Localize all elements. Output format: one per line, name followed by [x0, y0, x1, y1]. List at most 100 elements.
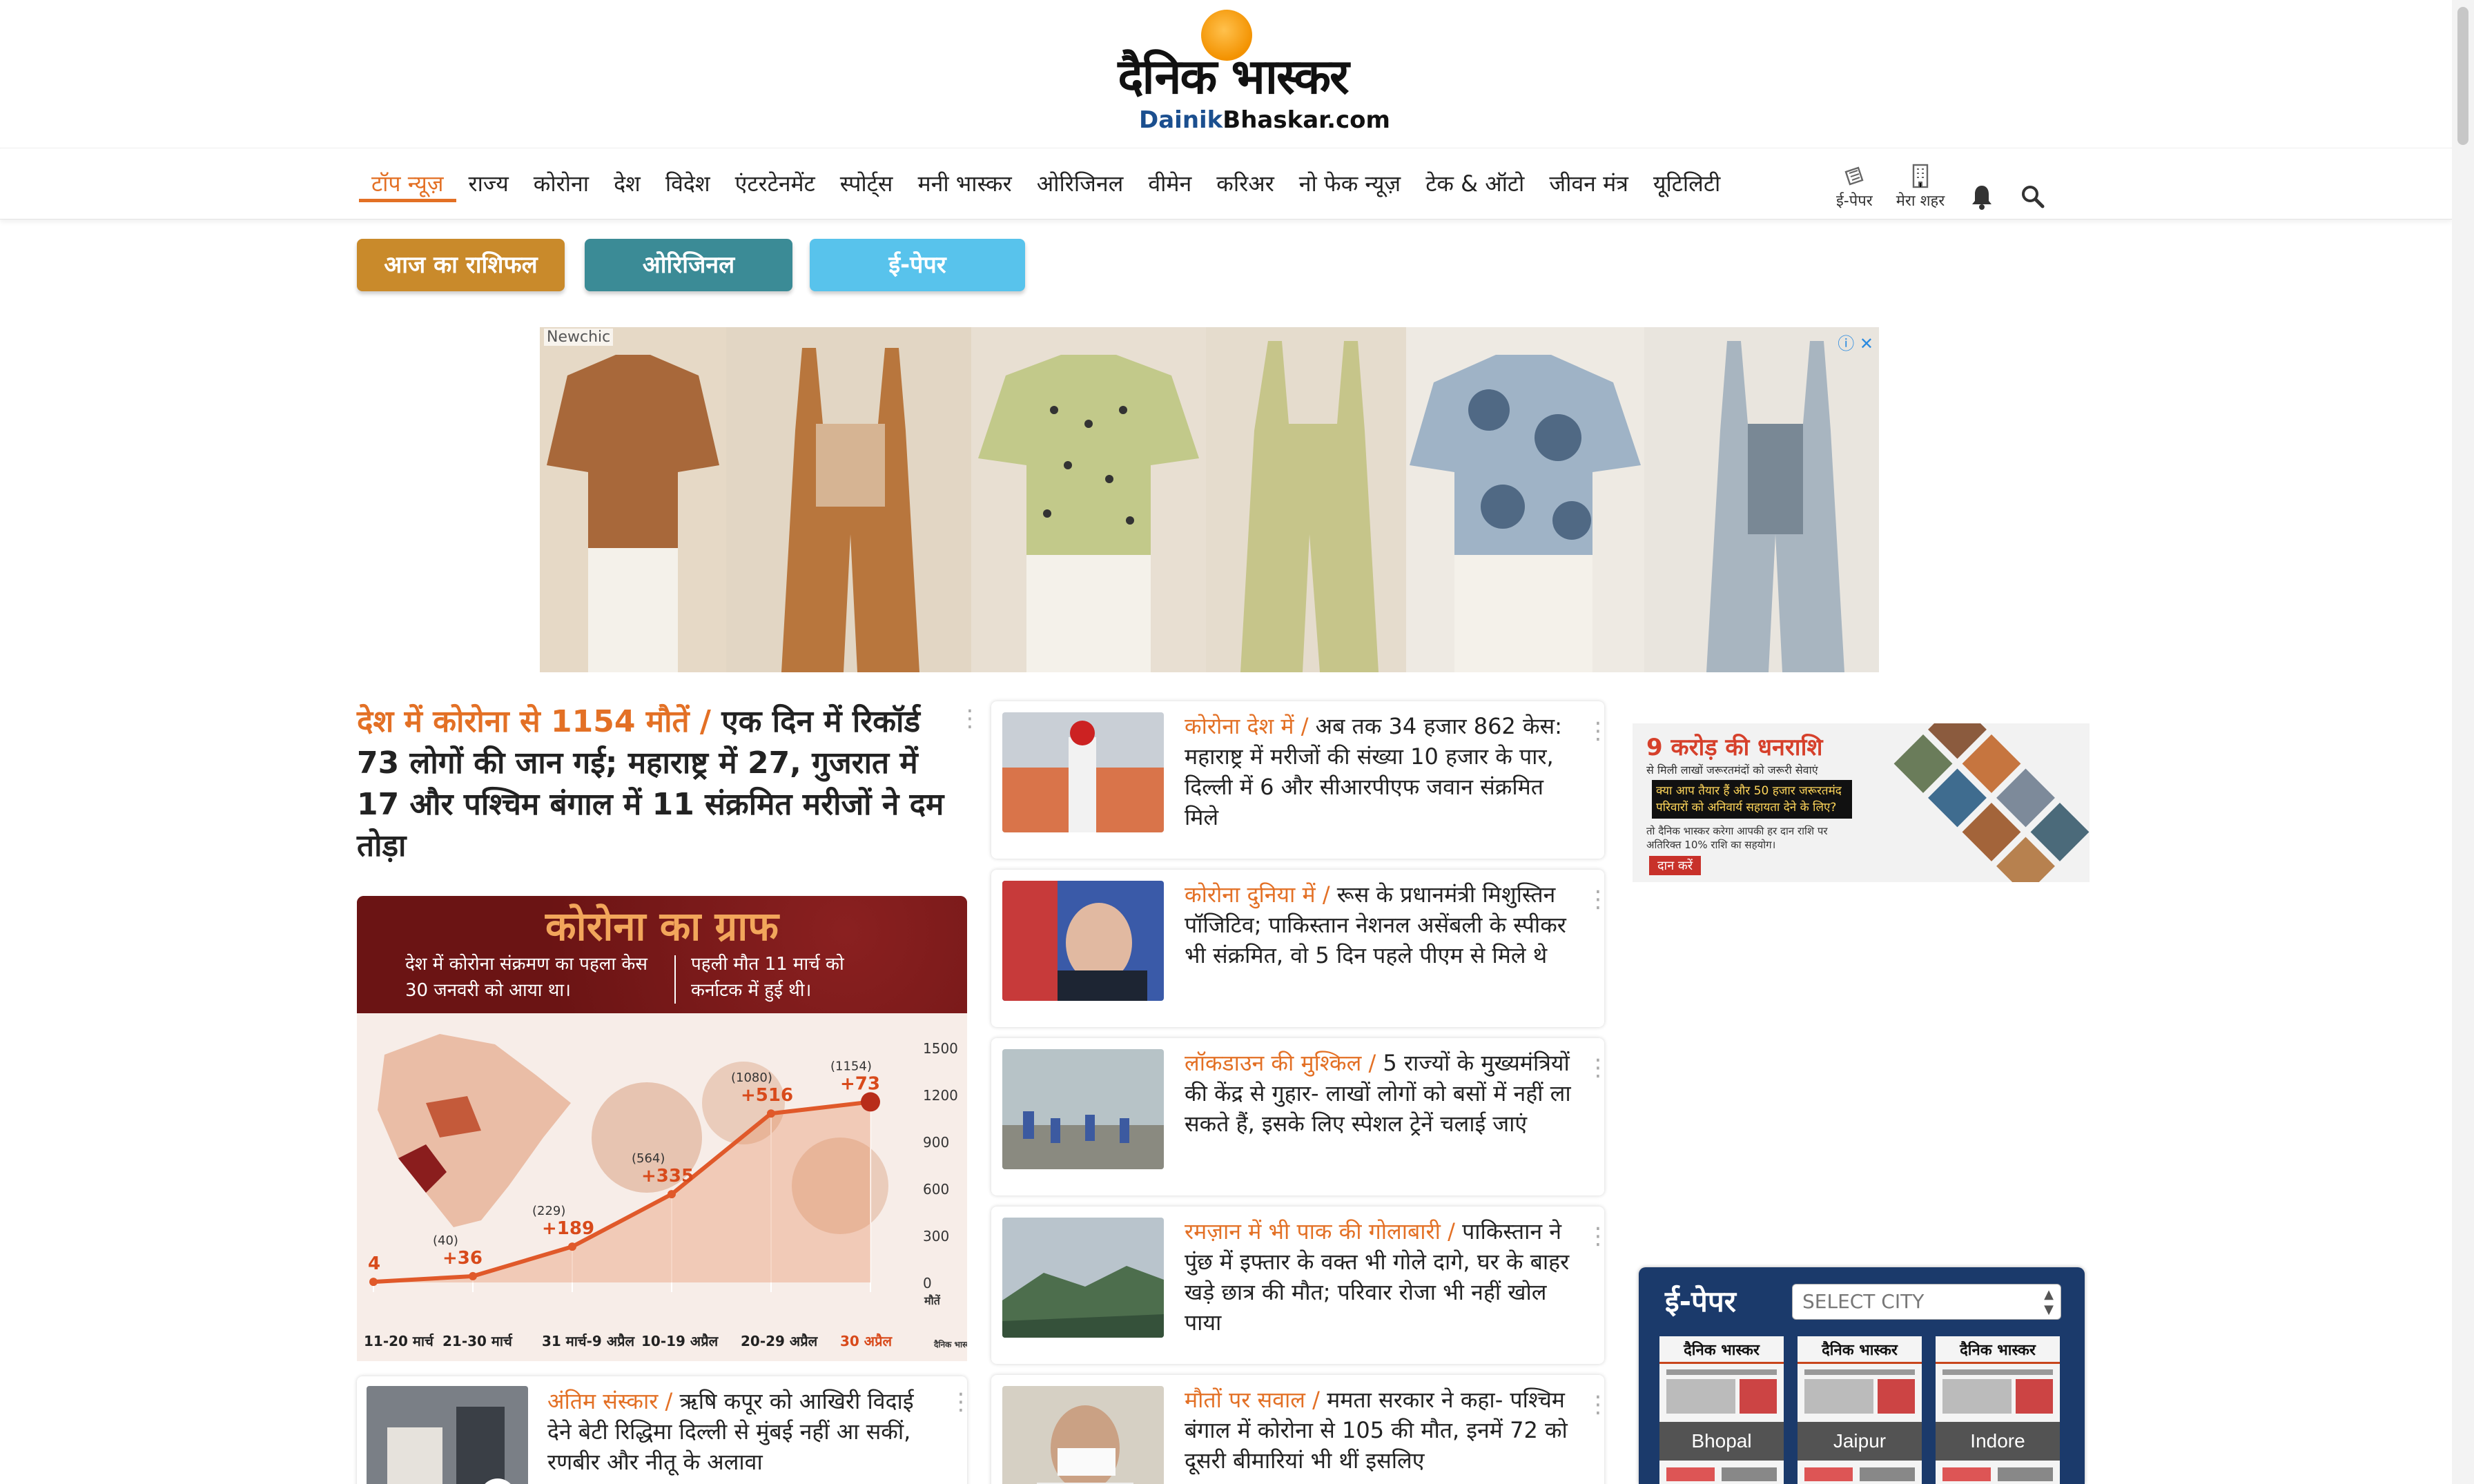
nav-items: टॉप न्यूज़ राज्य कोरोना देश विदेश एंटरटेनमेंट…	[359, 168, 1733, 202]
graph-y-tick: 300	[923, 1228, 949, 1244]
nav-item[interactable]: देश	[601, 168, 653, 202]
main-nav: टॉप न्यूज़ राज्य कोरोना देश विदेश एंटरटेनमेंट…	[0, 148, 2452, 219]
ad-close-icon[interactable]: ⓘ ✕	[1838, 330, 1873, 354]
graph-x-label: 10-19 अप्रैल	[641, 1333, 719, 1349]
lead-more-icon[interactable]: ⋮	[958, 707, 982, 730]
news-card-more-icon[interactable]: ⋮	[1586, 1224, 1610, 1248]
news-card[interactable]: कोरोना देश में / अब तक 34 हजार 862 केस: …	[991, 701, 1610, 859]
epaper-city-tile[interactable]: दैनिक भास्कर Jaipur	[1798, 1336, 1922, 1484]
epaper-title: ई-पेपर	[1665, 1285, 1736, 1318]
story-card[interactable]: अंतिम संस्कार / ऋषि कपूर को आखिरी विदाई …	[357, 1376, 973, 1484]
news-card-kicker: लॉकडाउन की मुश्किल /	[1185, 1050, 1376, 1076]
news-card-image	[1002, 1218, 1164, 1338]
nav-item[interactable]: कोरोना	[521, 168, 601, 202]
logo-english[interactable]: DainikBhaskar.com	[1139, 106, 1390, 134]
epaper-city-label: Jaipur	[1798, 1422, 1922, 1461]
epaper-icon	[1844, 166, 1864, 186]
notification-button[interactable]	[1968, 183, 1996, 211]
news-card-more-icon[interactable]: ⋮	[1586, 888, 1610, 911]
story-text: अंतिम संस्कार / ऋषि कपूर को आखिरी विदाई …	[547, 1386, 934, 1477]
building-icon	[1912, 164, 1929, 188]
nav-item[interactable]: जीवन मंत्र	[1537, 168, 1641, 202]
story-thumbnail	[367, 1386, 528, 1484]
graph-x-label: 30 अप्रैल	[840, 1333, 893, 1349]
news-card[interactable]: लॉकडाउन की मुश्किल / 5 राज्यों के मुख्यम…	[991, 1038, 1610, 1195]
ad-overall-image	[1240, 341, 1379, 672]
nav-item[interactable]: विदेश	[653, 168, 723, 202]
donation-note: तो दैनिक भास्कर करेगा आपकी हर दान राशि प…	[1646, 825, 1828, 851]
city-select-placeholder: SELECT CITY	[1802, 1290, 1925, 1313]
nav-item[interactable]: मनी भास्कर	[905, 168, 1024, 202]
news-card-text: रमज़ान में भी पाक की गोलाबारी / पाकिस्ता…	[1185, 1216, 1571, 1338]
nav-item[interactable]: एंटरटेनमेंट	[723, 168, 828, 202]
search-button[interactable]	[2019, 183, 2047, 211]
graph-x-label: 11-20 मार्च	[364, 1333, 434, 1349]
nav-item[interactable]: करिअर	[1204, 168, 1287, 202]
logo-english-accent: Dainik	[1139, 106, 1223, 134]
graph-y-tick: 1500	[923, 1040, 958, 1057]
nav-epaper[interactable]: ई-पेपर	[1836, 162, 1873, 211]
news-card-image	[1002, 1049, 1164, 1169]
news-card-more-icon[interactable]: ⋮	[1586, 719, 1610, 743]
original-button[interactable]: ओरिजिनल	[585, 239, 792, 291]
nav-item[interactable]: टॉप न्यूज़	[359, 168, 456, 202]
nav-item[interactable]: नो फेक न्यूज़	[1287, 168, 1413, 202]
news-card-thumbnail	[1002, 1218, 1164, 1338]
graph-y-unit: मौतें	[924, 1294, 941, 1307]
rashifal-button[interactable]: आज का राशिफल	[357, 239, 565, 291]
ad-product-image	[1406, 327, 1644, 672]
ad-product-image	[1206, 327, 1406, 672]
donation-ad[interactable]: 9 करोड़ की धनराशि से मिली लाखों जरूरतमंद…	[1633, 723, 2090, 882]
epaper-button[interactable]: ई-पेपर	[810, 239, 1025, 291]
graph-y-tick: 900	[923, 1134, 949, 1151]
nav-item[interactable]: ओरिजिनल	[1024, 168, 1136, 202]
nav-item[interactable]: यूटिलिटी	[1641, 168, 1733, 202]
scrollbar-thumb[interactable]	[2457, 7, 2468, 145]
graph-note-divider	[674, 955, 676, 1004]
news-card[interactable]: रमज़ान में भी पाक की गोलाबारी / पाकिस्ता…	[991, 1207, 1610, 1364]
nav-item[interactable]: स्पोर्ट्स	[828, 168, 906, 202]
news-card-image	[1002, 712, 1164, 832]
graph-point-added: +335	[641, 1166, 694, 1187]
nav-item[interactable]: वीमेन	[1136, 168, 1204, 202]
nav-item[interactable]: टेक & ऑटो	[1413, 168, 1537, 202]
ad-banner[interactable]: Newchic ⓘ ✕	[540, 327, 1879, 672]
graph-point	[861, 1092, 880, 1112]
graph-point	[767, 1109, 775, 1118]
news-card-kicker: मौतों पर सवाल /	[1185, 1387, 1320, 1413]
news-card-text: कोरोना दुनिया में / रूस के प्रधानमंत्री …	[1185, 879, 1571, 970]
graph-point-added: +73	[840, 1073, 880, 1094]
donation-question: क्या आप तैयार हैं और 50 हजार जरूरतमंद पर…	[1652, 780, 1852, 819]
scrollbar[interactable]	[2452, 0, 2474, 1484]
nav-item[interactable]: राज्य	[456, 168, 521, 202]
nav-epaper-label: ई-पेपर	[1836, 193, 1873, 210]
graph-y-tick: 1200	[923, 1087, 958, 1104]
news-card-kicker: कोरोना दुनिया में /	[1185, 881, 1330, 908]
news-card[interactable]: कोरोना दुनिया में / रूस के प्रधानमंत्री …	[991, 870, 1610, 1027]
lead-headline[interactable]: देश में कोरोना से 1154 मौतें / एक दिन मे…	[357, 701, 957, 867]
ad-product-image	[540, 327, 726, 672]
news-card[interactable]: मौतों पर सवाल / ममता सरकार ने कहा- पश्चि…	[991, 1375, 1610, 1484]
bell-icon	[1972, 186, 1992, 210]
city-select[interactable]: SELECT CITY ▲ ▼	[1792, 1284, 2061, 1320]
donation-sub: से मिली लाखों जरूरतमंदों को जरूरी सेवाएं	[1646, 763, 1818, 777]
corona-graph[interactable]: 1500 1200 900 600 300 0 मौतें 4 (40) +36 (229) +189…	[357, 896, 967, 1361]
nav-my-city[interactable]: मेरा शहर	[1896, 162, 1945, 211]
news-card-more-icon[interactable]: ⋮	[1586, 1056, 1610, 1080]
site-header: दैनिक भास्कर DainikBhaskar.com	[0, 0, 2474, 148]
nav-my-city-label: मेरा शहर	[1896, 193, 1945, 210]
graph-point	[668, 1190, 676, 1199]
ad-overall-image	[781, 348, 919, 672]
logo-hindi[interactable]: दैनिक भास्कर	[1095, 41, 1371, 108]
donate-button[interactable]: दान करें	[1649, 856, 1702, 875]
epaper-city-tile[interactable]: दैनिक भास्कर Indore	[1936, 1336, 2060, 1484]
lead-story[interactable]: देश में कोरोना से 1154 मौतें / एक दिन मे…	[357, 701, 957, 867]
ad-shirt-image	[978, 355, 1199, 672]
epaper-city-label: Indore	[1936, 1422, 2060, 1461]
epaper-city-tile[interactable]: दैनिक भास्कर Bhopal	[1659, 1336, 1784, 1484]
story-more-icon[interactable]: ⋮	[949, 1390, 973, 1414]
news-card-thumbnail	[1002, 881, 1164, 1001]
story-thumbnail-image	[367, 1386, 528, 1484]
news-card-more-icon[interactable]: ⋮	[1586, 1393, 1610, 1416]
graph-point-total: (564)	[632, 1151, 665, 1166]
